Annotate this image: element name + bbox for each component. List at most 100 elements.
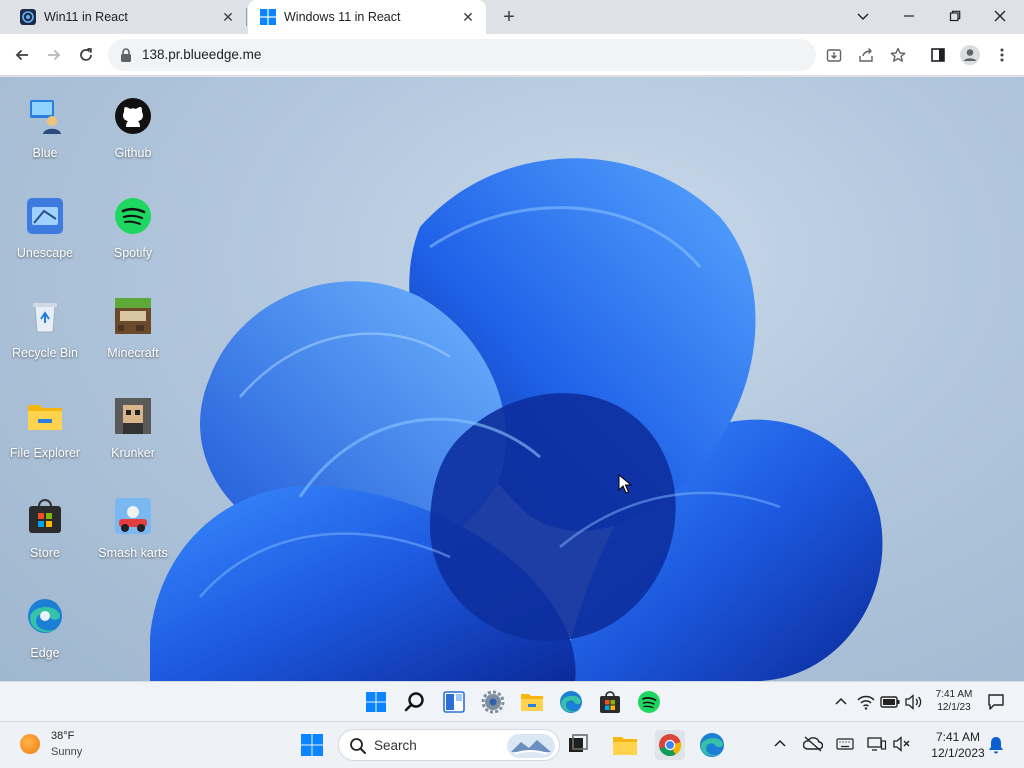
edge-icon bbox=[28, 599, 62, 633]
desktop-icon-label: File Explorer bbox=[9, 446, 81, 460]
menu-kebab-icon[interactable] bbox=[991, 44, 1013, 66]
krunker-icon bbox=[115, 398, 151, 434]
onedrive-offline-icon[interactable] bbox=[803, 736, 823, 752]
desktop-icon-github[interactable]: Github bbox=[93, 97, 173, 161]
desktop-icon-label: Minecraft bbox=[107, 346, 159, 360]
desktop-icon-smash-karts[interactable]: Smash karts bbox=[93, 497, 173, 561]
desktop-icon-recycle-bin[interactable]: Recycle Bin bbox=[5, 297, 85, 361]
host-clock[interactable]: 7:41 AM 12/1/2023 bbox=[922, 729, 994, 761]
host-taskbar: 38°F Sunny Search 7:41 AM 12/1/2023 bbox=[0, 721, 1024, 768]
close-tab-icon[interactable]: ✕ bbox=[220, 9, 236, 25]
unescape-icon bbox=[27, 198, 63, 234]
new-tab-plus-icon[interactable]: + bbox=[498, 6, 520, 28]
win11-favicon-icon bbox=[20, 9, 36, 25]
sun-weather-icon bbox=[20, 734, 40, 754]
display-icon[interactable] bbox=[867, 736, 887, 752]
desktop-icon-label: Smash karts bbox=[98, 546, 168, 560]
host-clock-time: 7:41 AM bbox=[935, 730, 981, 744]
lock-icon bbox=[121, 48, 131, 62]
search-highlight-art-icon bbox=[507, 734, 555, 758]
store-icon bbox=[29, 499, 61, 533]
host-search-box[interactable]: Search bbox=[338, 729, 560, 761]
inner-clock-time: 7:41 AM bbox=[935, 689, 973, 700]
tab-search-chevron-icon[interactable] bbox=[849, 4, 877, 28]
search-placeholder: Search bbox=[374, 738, 417, 753]
host-clock-date: 12/1/2023 bbox=[931, 746, 985, 760]
host-start-windows-logo-icon[interactable] bbox=[299, 732, 325, 758]
smash-karts-icon bbox=[115, 498, 151, 534]
win11-desktop[interactable]: Blue Unescape Recycle Bin File Explorer bbox=[0, 77, 1024, 681]
desktop-icon-krunker[interactable]: Krunker bbox=[93, 397, 173, 461]
tab-win11-in-react[interactable]: Win11 in React ✕ bbox=[0, 0, 246, 34]
minimize-icon[interactable] bbox=[895, 4, 923, 28]
chevron-up-icon[interactable] bbox=[835, 696, 847, 708]
desktop-icon-label: Krunker bbox=[111, 446, 155, 460]
wifi-icon[interactable] bbox=[857, 694, 875, 710]
battery-icon[interactable] bbox=[880, 694, 900, 710]
notification-chat-icon[interactable] bbox=[987, 693, 1005, 711]
desktop-icon-label: Spotify bbox=[113, 246, 153, 260]
side-panel-icon[interactable] bbox=[927, 44, 949, 66]
url-text: 138.pr.blueedge.me bbox=[142, 47, 262, 62]
install-app-icon[interactable] bbox=[823, 44, 845, 66]
desktop-icon-edge[interactable]: Edge bbox=[5, 597, 85, 661]
speaker-muted-icon[interactable] bbox=[893, 736, 911, 752]
restore-icon[interactable] bbox=[941, 4, 969, 28]
notification-bell-icon[interactable] bbox=[988, 736, 1004, 754]
widgets-icon[interactable] bbox=[442, 690, 466, 714]
store-bag-icon[interactable] bbox=[598, 690, 622, 714]
weather-condition: Sunny bbox=[51, 746, 83, 758]
spotify-icon bbox=[115, 198, 151, 234]
edge-browser-icon[interactable] bbox=[559, 690, 583, 714]
close-window-icon[interactable] bbox=[986, 4, 1014, 28]
host-file-explorer-icon[interactable] bbox=[612, 732, 638, 758]
search-magnifier-icon bbox=[350, 738, 366, 754]
tab-windows-11-in-react[interactable]: Windows 11 in React ✕ bbox=[248, 0, 486, 34]
desktop-icon-label: Recycle Bin bbox=[12, 346, 78, 360]
browser-toolbar: 138.pr.blueedge.me bbox=[0, 34, 1024, 76]
desktop-icon-spotify[interactable]: Spotify bbox=[93, 197, 173, 261]
tab-title: Windows 11 in React bbox=[284, 10, 401, 24]
address-bar[interactable]: 138.pr.blueedge.me bbox=[108, 39, 816, 71]
search-icon[interactable] bbox=[403, 690, 427, 714]
inner-clock[interactable]: 7:41 AM 12/1/23 bbox=[924, 688, 984, 714]
share-icon[interactable] bbox=[855, 44, 877, 66]
back-arrow-icon[interactable] bbox=[9, 42, 35, 68]
desktop-icon-label: Github bbox=[114, 146, 152, 160]
desktop-icon-blue[interactable]: Blue bbox=[5, 97, 85, 161]
windows-logo-icon bbox=[260, 9, 276, 25]
blue-user-icon bbox=[30, 100, 61, 134]
volume-icon[interactable] bbox=[905, 694, 923, 710]
minecraft-icon bbox=[115, 298, 151, 334]
weather-temperature: 38°F bbox=[51, 730, 75, 742]
inner-taskbar: 7:41 AM 12/1/23 bbox=[0, 681, 1024, 721]
profile-avatar-icon[interactable] bbox=[959, 44, 981, 66]
browser-tab-strip: Win11 in React ✕ Windows 11 in React ✕ + bbox=[0, 0, 1024, 34]
desktop-icon-file-explorer[interactable]: File Explorer bbox=[5, 397, 85, 461]
chrome-icon[interactable] bbox=[655, 730, 685, 760]
github-icon bbox=[115, 98, 151, 134]
inner-clock-date: 12/1/23 bbox=[937, 702, 971, 713]
file-explorer-folder-icon[interactable] bbox=[520, 690, 544, 714]
settings-gear-icon[interactable] bbox=[481, 690, 505, 714]
desktop-icon-store[interactable]: Store bbox=[5, 497, 85, 561]
recycle-bin-icon bbox=[33, 303, 57, 333]
host-edge-icon[interactable] bbox=[699, 732, 725, 758]
desktop-icon-unescape[interactable]: Unescape bbox=[5, 197, 85, 261]
close-tab-icon[interactable]: ✕ bbox=[460, 9, 476, 25]
tab-separator bbox=[246, 8, 247, 26]
mouse-cursor-icon bbox=[618, 474, 632, 494]
spotify-taskbar-icon[interactable] bbox=[637, 690, 661, 714]
desktop-icon-minecraft[interactable]: Minecraft bbox=[93, 297, 173, 361]
reload-icon[interactable] bbox=[73, 42, 99, 68]
desktop-icon-label: Unescape bbox=[16, 246, 74, 260]
forward-arrow-icon[interactable] bbox=[41, 42, 67, 68]
desktop-icon-label: Blue bbox=[32, 146, 58, 160]
task-view-icon[interactable] bbox=[565, 732, 591, 758]
bloom-wallpaper bbox=[150, 158, 883, 681]
host-chevron-up-icon[interactable] bbox=[774, 738, 786, 750]
start-windows-logo-icon[interactable] bbox=[364, 690, 388, 714]
desktop-icon-label: Edge bbox=[30, 646, 60, 660]
bookmark-star-icon[interactable] bbox=[887, 44, 909, 66]
keyboard-icon[interactable] bbox=[836, 737, 854, 751]
